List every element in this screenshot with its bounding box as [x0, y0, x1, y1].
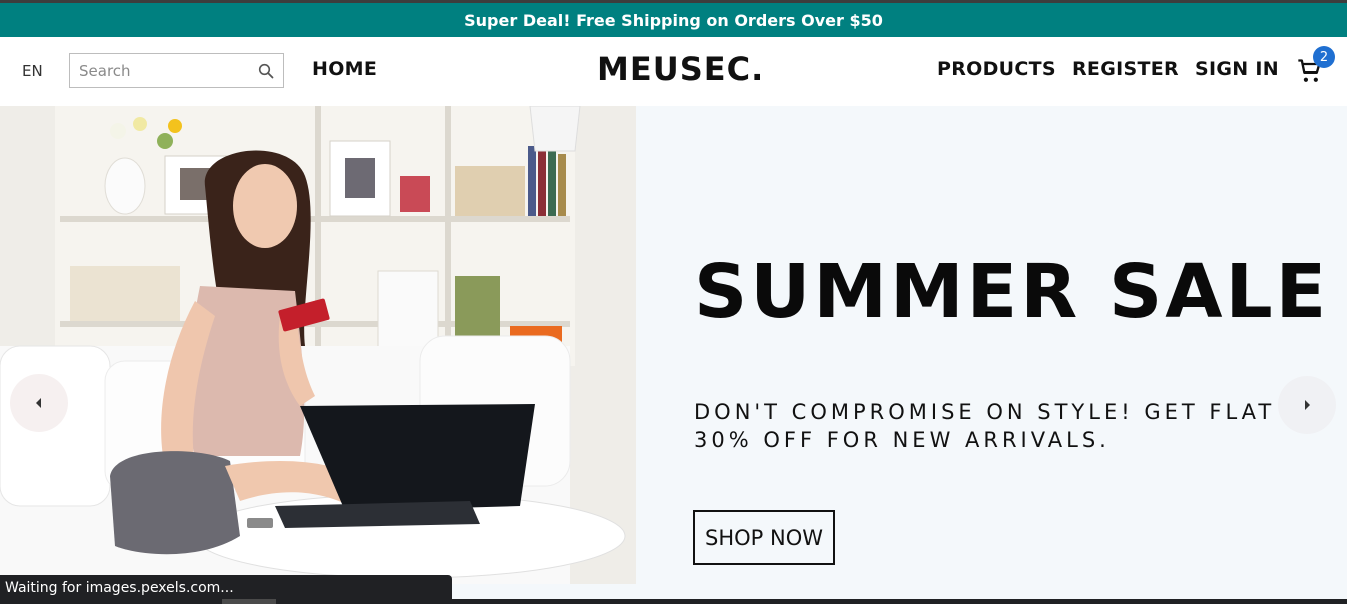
hero-image [0, 106, 636, 584]
hero-title: SUMMER SALE [694, 249, 1330, 335]
carousel-next-button[interactable] [1278, 376, 1336, 434]
announcement-text: Super Deal! Free Shipping on Orders Over… [464, 10, 883, 30]
site-logo[interactable]: MEUSEC. [597, 50, 764, 88]
cart-count-badge: 2 [1313, 46, 1335, 68]
language-selector[interactable]: EN [22, 62, 43, 80]
page-bottom-bar [452, 599, 1347, 604]
announcement-bar: Super Deal! Free Shipping on Orders Over… [0, 3, 1347, 37]
hero-subtitle: DON'T COMPROMISE ON STYLE! GET FLAT 30% … [694, 400, 1276, 452]
woman-shopping-online-photo [0, 106, 636, 584]
nav-products[interactable]: PRODUCTS [937, 58, 1056, 80]
status-text: Waiting for images.pexels.com... [5, 580, 234, 596]
shop-now-button[interactable]: SHOP NOW [693, 510, 835, 565]
nav-home[interactable]: HOME [312, 58, 377, 80]
carousel-prev-button[interactable] [10, 374, 68, 432]
navbar: EN HOME MEUSEC. PRODUCTS REGISTER SIGN I… [0, 37, 1347, 106]
search-icon[interactable] [258, 63, 274, 79]
chevron-right-icon [1305, 400, 1310, 410]
horizontal-scrollbar-thumb[interactable] [222, 599, 276, 604]
search-box [69, 53, 284, 88]
hero-banner: SUMMER SALE DON'T COMPROMISE ON STYLE! G… [0, 106, 1347, 600]
nav-register[interactable]: REGISTER [1072, 58, 1179, 80]
chevron-left-icon [36, 398, 41, 408]
search-input[interactable] [70, 54, 250, 87]
nav-sign-in[interactable]: SIGN IN [1195, 58, 1279, 80]
